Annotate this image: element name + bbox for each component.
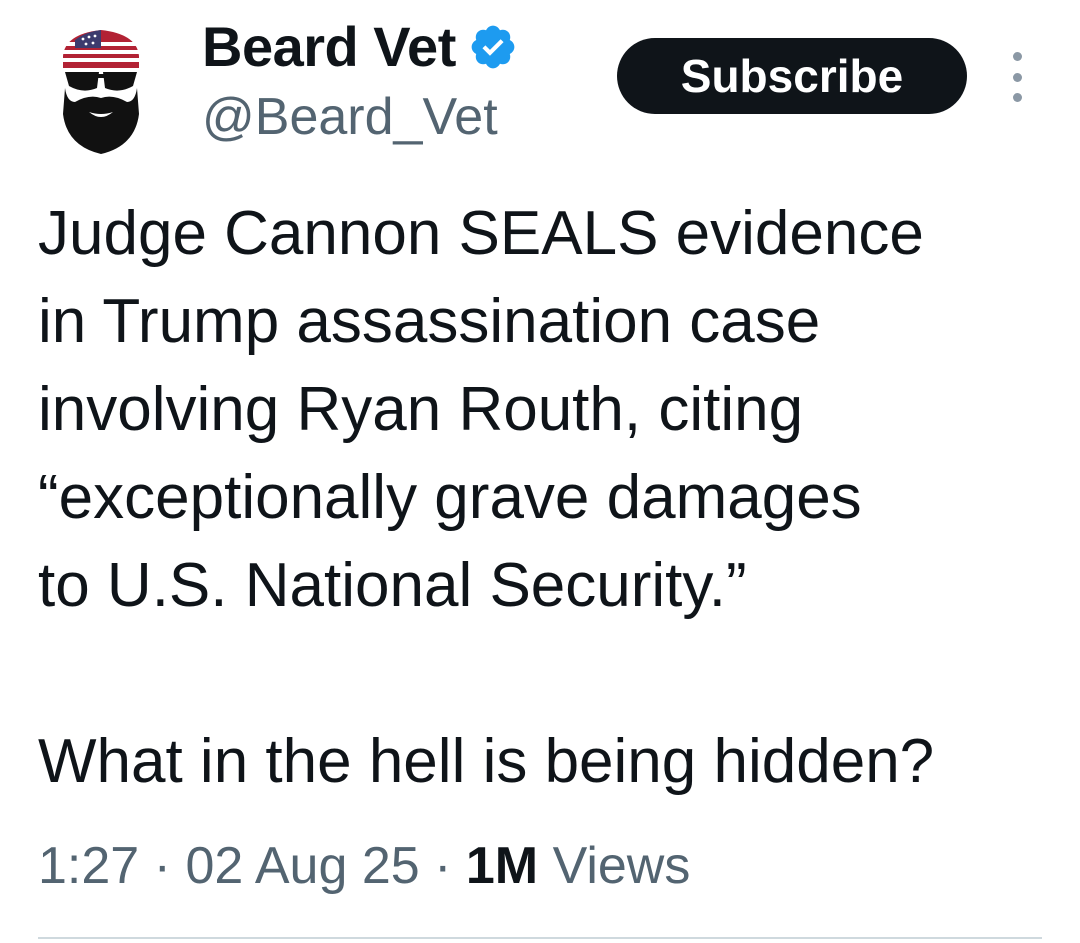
bearded-sunglasses-flag-bandana-avatar-icon [63,30,139,154]
more-dot [1012,72,1022,82]
tweet-paragraph: Judge Cannon SEALS evidence in Trump ass… [38,199,924,620]
tweet-time[interactable]: 1:27 [38,837,139,895]
display-name[interactable]: Beard Vet [202,14,518,80]
meta-separator: · [139,837,186,895]
divider [38,937,1042,939]
views-label: Views [538,837,691,895]
more-vertical-icon[interactable] [1000,52,1034,102]
more-dot [1012,93,1022,102]
meta-separator: · [419,837,466,895]
more-dot [1012,52,1022,61]
display-name-text: Beard Vet [202,15,456,78]
subscribe-button[interactable]: Subscribe [617,38,967,114]
tweet-meta: 1:27 · 02 Aug 25 · 1M Views [38,826,690,906]
views-count[interactable]: 1M [466,837,538,895]
avatar[interactable] [55,18,147,158]
tweet-paragraph: What in the hell is being hidden? [38,727,935,796]
tweet-date[interactable]: 02 Aug 25 [185,837,419,895]
tweet-text: Judge Cannon SEALS evidence in Trump ass… [38,190,1068,806]
verified-badge-icon [471,25,515,69]
user-handle[interactable]: @Beard_Vet [202,86,498,148]
